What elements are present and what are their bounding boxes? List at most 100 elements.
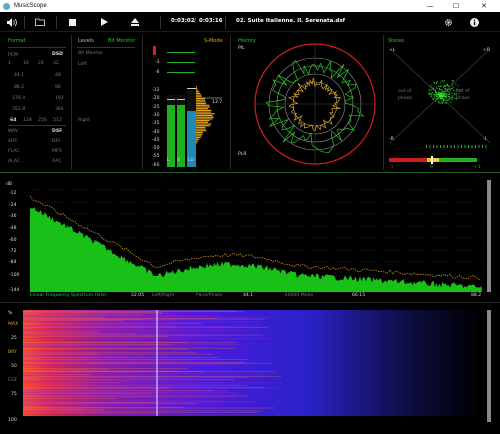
spectrogram-label: BRY	[8, 350, 17, 355]
correlation-marker	[431, 156, 433, 164]
rate-right: 192	[55, 96, 64, 101]
correlation-center	[427, 158, 439, 162]
scale-tick: -6	[155, 70, 160, 75]
y-tick: -24	[9, 203, 17, 208]
corr-label: +1	[474, 165, 481, 170]
scale-tick: -35	[152, 121, 160, 127]
pcm-rate: 1	[8, 61, 11, 66]
correlation-negative	[389, 158, 427, 162]
scale-tick: -30	[152, 112, 160, 118]
peak-value: 13.7	[212, 100, 223, 105]
scale-tick: -60	[152, 162, 160, 168]
format-aiff: AIFF	[8, 139, 18, 144]
dsd-label: DSD	[52, 52, 63, 57]
mode-pano-phase[interactable]: Pano/Phase	[196, 293, 222, 298]
format-alac: ALAC	[8, 159, 21, 164]
y-tick: -100	[9, 273, 20, 278]
meter-label-lu: LU	[188, 158, 194, 163]
rate-left: 44.1	[14, 73, 25, 78]
s-mode-label[interactable]: S-Mode	[204, 38, 223, 44]
stereo-title: Stereo	[388, 38, 405, 44]
levels-title: Levels	[78, 38, 94, 44]
y-tick: -60	[9, 238, 17, 243]
play-icon[interactable]	[98, 16, 110, 28]
dsd-rate: 512	[53, 118, 62, 123]
spectrogram-label: MAX	[8, 322, 19, 327]
bit-monitor-label: Bit Monitor	[78, 51, 104, 56]
pcm-label: PCM	[8, 53, 18, 58]
corr-label: 0	[430, 165, 433, 170]
track-title: 02. Suite Italienne. II. Serenata.dsf	[236, 18, 346, 24]
app-icon	[3, 2, 10, 10]
dsd-rate: 128	[23, 118, 32, 123]
spectrogram-label: 100	[8, 418, 17, 423]
scale-tick: -12	[152, 88, 160, 93]
y-tick: -144	[9, 288, 20, 293]
scale-tick: -45	[152, 137, 160, 143]
loudness-histogram	[196, 86, 222, 144]
format-dsf: DSF	[52, 129, 63, 134]
scale-tick: -55	[152, 154, 160, 160]
format-wav: WAV	[8, 129, 19, 134]
y-tick: -12	[9, 191, 17, 196]
info-icon[interactable]	[468, 16, 480, 28]
history-radar	[254, 43, 376, 165]
spectrogram-label: 75	[11, 392, 17, 397]
correlation-positive	[439, 158, 477, 162]
pcm-rate: 16	[23, 61, 29, 66]
x-tick: 88.2	[471, 293, 482, 298]
folder-icon[interactable]	[34, 16, 46, 28]
y-tick: -36	[9, 214, 17, 219]
stop-icon[interactable]	[66, 16, 78, 28]
clip-indicator	[153, 46, 156, 55]
format-aac: AAC	[52, 159, 62, 164]
dsd-rate: 64	[10, 118, 17, 123]
scale-tick: -25	[152, 104, 160, 110]
minimize-button[interactable]: —	[420, 0, 440, 12]
rate-left: 88.2	[14, 85, 25, 90]
spectrogram-scrollbar[interactable]	[487, 310, 491, 422]
pcm-rate: 24	[38, 61, 44, 66]
dsd-rate: 256	[38, 118, 47, 123]
right-channel-label: Right	[78, 118, 91, 123]
scale-tick: -20	[152, 96, 160, 102]
time-total: 0:03:16	[199, 18, 223, 24]
spectrogram-label: CGF	[8, 378, 18, 383]
frequency-spectrum	[30, 189, 482, 292]
close-button[interactable]: ✕	[474, 0, 494, 12]
spectrum-scrollbar[interactable]	[487, 180, 491, 292]
rate-right: 384	[55, 107, 64, 112]
title-bar: MusicScope — ☐ ✕	[0, 0, 500, 12]
mode-20000[interactable]: -20000 Mode	[283, 293, 313, 298]
volume-icon[interactable]	[6, 16, 18, 28]
scale-tick: -40	[152, 129, 160, 135]
x-tick: 22.05	[131, 293, 145, 298]
x-tick: 66.15	[352, 293, 366, 298]
vectorscope	[389, 48, 491, 148]
rate-right: 96	[55, 85, 61, 90]
y-tick: -48	[9, 226, 17, 231]
meter-label-r: R	[177, 158, 181, 163]
levels-mode[interactable]: Bit Monitor	[108, 38, 135, 44]
spectrogram	[23, 310, 483, 416]
scale-tick: -3	[155, 60, 160, 65]
scale-tick: -50	[152, 146, 160, 152]
meter-label-l: L	[167, 158, 170, 163]
maximize-button[interactable]: ☐	[446, 0, 466, 12]
x-tick: 44.1	[243, 293, 254, 298]
format-mp3: MP3	[52, 149, 62, 154]
mode-left-right[interactable]: Left/Right	[152, 293, 174, 298]
left-channel-label: Left	[78, 62, 87, 67]
window-title: MusicScope	[14, 3, 47, 9]
pil-label: PIL	[238, 46, 245, 51]
gear-icon[interactable]	[442, 16, 454, 28]
plr-label: PLR	[238, 152, 247, 157]
rate-right: 48	[55, 73, 61, 78]
y-tick: -84	[9, 260, 17, 265]
corr-label: -1	[389, 165, 394, 170]
eject-icon[interactable]	[129, 16, 141, 28]
format-title: Format	[8, 38, 26, 44]
rate-left: 352.8	[12, 107, 26, 112]
spectrogram-label: 50	[11, 364, 17, 369]
db-label: dB	[6, 182, 13, 187]
